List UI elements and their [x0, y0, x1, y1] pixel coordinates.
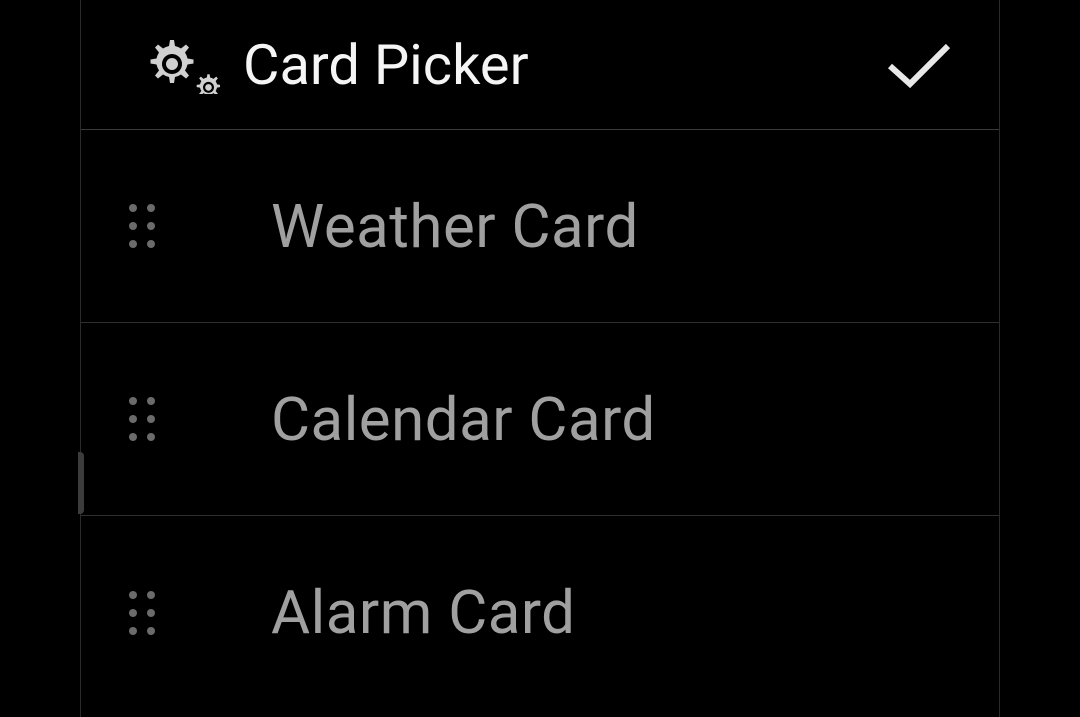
header-title-group: Card Picker — [141, 32, 879, 98]
card-picker-panel: Card Picker Weather Card — [80, 0, 1000, 717]
header-bar: Card Picker — [81, 0, 999, 130]
list-item-label: Alarm Card — [221, 577, 959, 648]
list-item[interactable]: Alarm Card — [81, 516, 999, 709]
checkmark-icon — [884, 40, 954, 90]
settings-gear-icon — [141, 35, 221, 95]
drag-dots-icon — [129, 397, 155, 441]
drag-dots-icon — [129, 591, 155, 635]
confirm-button[interactable] — [879, 35, 959, 95]
list-item-label: Weather Card — [221, 191, 959, 262]
scrollbar[interactable] — [78, 452, 84, 514]
page-title: Card Picker — [243, 32, 529, 98]
list-item[interactable]: Weather Card — [81, 130, 999, 323]
list-item-label: Calendar Card — [221, 384, 959, 455]
drag-dots-icon — [129, 204, 155, 248]
drag-handle[interactable] — [121, 204, 221, 248]
drag-handle[interactable] — [121, 397, 221, 441]
drag-handle[interactable] — [121, 591, 221, 635]
list-item[interactable]: Calendar Card — [81, 323, 999, 516]
card-list: Weather Card Calendar Card Alarm Car — [81, 130, 999, 709]
